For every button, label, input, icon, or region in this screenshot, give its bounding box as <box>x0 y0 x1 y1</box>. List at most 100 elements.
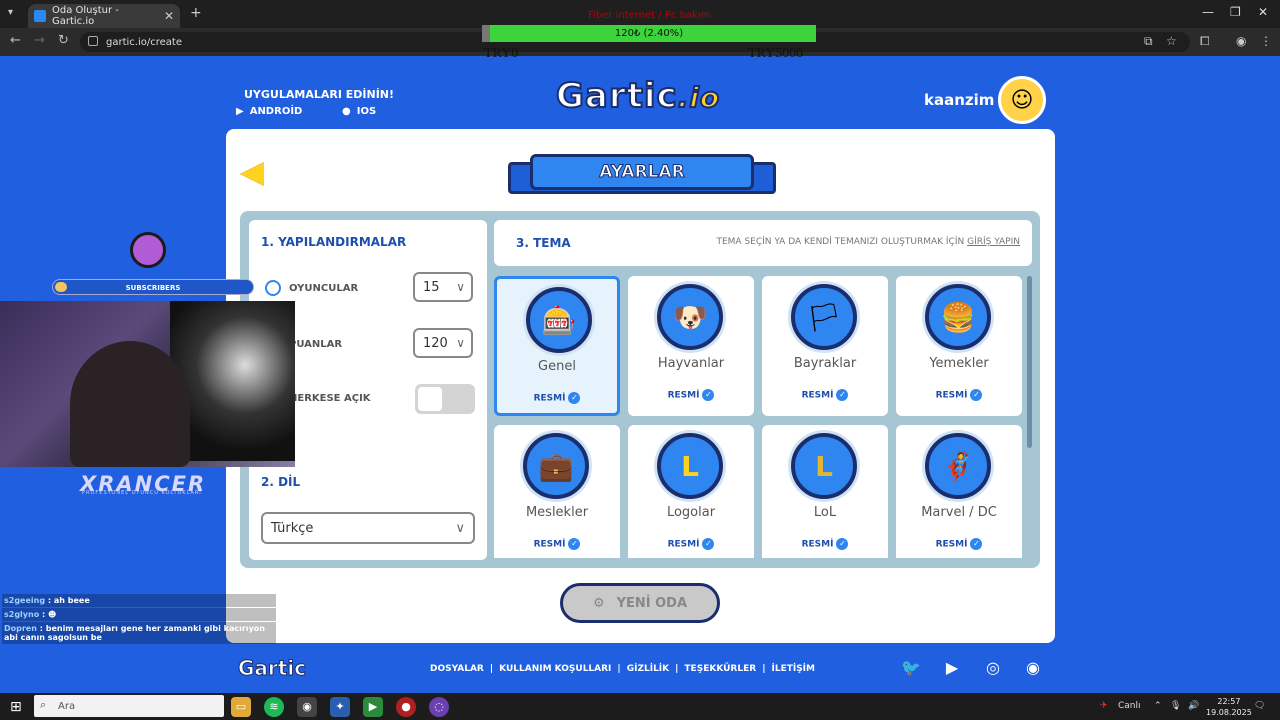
windows-start-icon[interactable]: ⊞ <box>10 699 22 715</box>
youtube-icon[interactable]: ▶ <box>941 658 963 680</box>
theme-card-marvel-dc[interactable]: 🦸 Marvel / DC RESMİ ✓ <box>896 425 1022 558</box>
file-explorer-icon[interactable]: ▭ <box>231 697 251 717</box>
theme-card-meslekler[interactable]: 💼 Meslekler RESMİ ✓ <box>494 425 620 558</box>
footer-link-privacy[interactable]: GİZLİLİK <box>627 664 669 674</box>
tray-chevron-icon[interactable]: ⌃ <box>1154 701 1162 711</box>
reload-icon[interactable]: ↻ <box>58 33 69 48</box>
chevron-down-icon: ∨ <box>456 336 465 350</box>
instagram-icon[interactable]: ◎ <box>982 658 1004 680</box>
theme-title: 3. TEMA <box>516 236 571 250</box>
official-badge: RESMİ ✓ <box>628 538 754 550</box>
close-tab-icon[interactable]: ✕ <box>164 9 174 23</box>
footer-logo[interactable]: Gartic <box>237 656 306 681</box>
official-badge: RESMİ ✓ <box>762 538 888 550</box>
theme-grid: 🎰 Genel RESMİ ✓ 🐶 Hayvanlar RESMİ ✓ 🏳 Bayr… <box>494 276 1024 558</box>
media-icon[interactable]: ▶ <box>363 697 383 717</box>
ios-label: IOS <box>356 106 377 117</box>
official-badge: RESMİ ✓ <box>628 389 754 401</box>
install-icon[interactable]: ⧉ <box>1144 34 1153 49</box>
language-select[interactable]: Türkçe ∨ <box>261 512 475 544</box>
forward-icon[interactable]: → <box>34 33 45 48</box>
taskbar-search[interactable]: ⌕ Ara <box>34 695 224 717</box>
theme-hint: TEMA SEÇİN YA DA KENDİ TEMANIZI OLUŞTURM… <box>716 237 1020 247</box>
theme-card-hayvanlar[interactable]: 🐶 Hayvanlar RESMİ ✓ <box>628 276 754 416</box>
microphone-icon[interactable]: 🎙 <box>1170 701 1181 711</box>
footer-link-thanks[interactable]: TEŞEKKÜRLER <box>684 664 756 674</box>
official-badge: RESMİ ✓ <box>497 392 617 404</box>
theme-name: Hayvanlar <box>657 356 725 371</box>
smiley-avatar-icon: ☺ <box>1010 87 1034 113</box>
theme-name: Genel <box>538 359 576 374</box>
chrome-icon[interactable]: ◉ <box>297 697 317 717</box>
official-label: RESMİ <box>935 539 968 550</box>
extensions-icon[interactable]: ⧠ <box>1200 34 1210 49</box>
spotify-icon[interactable]: ≋ <box>264 697 284 717</box>
footer-link-terms[interactable]: KULLANIM KOŞULLARI <box>499 664 611 674</box>
app-icon[interactable]: ✦ <box>330 697 350 717</box>
chat-line: s2geeing : ah beee <box>2 594 276 607</box>
goal-start-label: TRY0 <box>484 46 519 61</box>
chat-msg: benim mesajları gene her zamanki gibi ka… <box>4 624 265 642</box>
goal-progress-text: 120₺ (2.40%) <box>614 28 684 39</box>
back-icon[interactable]: ← <box>10 33 21 48</box>
apple-icon: ● <box>342 106 351 117</box>
close-window-icon[interactable]: ✕ <box>1258 5 1268 19</box>
separator: | <box>675 664 679 674</box>
minimize-icon[interactable]: — <box>1202 5 1214 19</box>
back-arrow-icon[interactable] <box>240 162 264 186</box>
separator: | <box>489 664 494 674</box>
bookmark-star-icon[interactable]: ☆ <box>1166 34 1177 48</box>
record-icon[interactable]: ● <box>396 697 416 717</box>
username[interactable]: kaanzim <box>924 91 994 109</box>
new-tab-icon[interactable]: + <box>190 5 202 21</box>
players-select[interactable]: 15 ∨ <box>413 272 473 302</box>
footer-links: DOSYALAR | KULLANIM KOŞULLARI | GİZLİLİK | … <box>430 664 815 674</box>
footer-link-contact[interactable]: İLETİŞİM <box>771 664 815 674</box>
gear-icon: ⚙ <box>592 595 605 611</box>
avatar[interactable]: ☺ <box>998 76 1046 124</box>
new-room-button[interactable]: ⚙ YENİ ODA <box>560 583 720 623</box>
footer-link-files[interactable]: DOSYALAR <box>430 664 484 674</box>
notifications-icon[interactable]: 🗨 <box>1254 701 1265 711</box>
subscribers-bar: SUBSCRIBERS <box>52 279 254 295</box>
menu-icon[interactable]: ⋮ <box>1260 34 1272 48</box>
browser-tab[interactable]: Oda Oluştur - Gartic.io ✕ <box>28 4 180 28</box>
android-button[interactable]: ▶ ANDROİD <box>236 106 302 117</box>
chat-msg: ah beee <box>53 596 90 605</box>
theme-card-yemekler[interactable]: 🍔 Yemekler RESMİ ✓ <box>896 276 1022 416</box>
login-link[interactable]: GİRİŞ YAPIN <box>967 237 1020 247</box>
chevron-down-icon: ∨ <box>455 520 465 536</box>
chat-app-icon[interactable]: ◌ <box>429 697 449 717</box>
restore-icon[interactable]: ❐ <box>1230 5 1241 19</box>
public-toggle[interactable] <box>415 384 475 414</box>
ios-button[interactable]: ● IOS <box>342 106 376 117</box>
check-icon: ✓ <box>970 389 983 401</box>
theme-card-lol[interactable]: L LoL RESMİ ✓ <box>762 425 888 558</box>
profile-icon[interactable]: ◉ <box>1236 34 1246 48</box>
logo-text: Gartic <box>555 75 678 117</box>
tab-list-icon[interactable]: ▾ <box>8 7 13 18</box>
clock-date: 19.08.2025 <box>1206 708 1252 717</box>
players-label: OYUNCULAR <box>289 283 359 294</box>
webcam-feed <box>0 301 295 467</box>
site-info-icon[interactable] <box>88 36 98 46</box>
gartic-logo[interactable]: Gartic.io <box>555 75 720 117</box>
points-select[interactable]: 120 ∨ <box>413 328 473 358</box>
theme-card-logolar[interactable]: L Logolar RESMİ ✓ <box>628 425 754 558</box>
official-label: RESMİ <box>667 390 700 401</box>
toggle-knob <box>418 387 442 411</box>
theme-card-bayraklar[interactable]: 🏳 Bayraklar RESMİ ✓ <box>762 276 888 416</box>
theme-scrollbar[interactable] <box>1027 276 1032 448</box>
sponsor-tagline: PROFESYONEL OYUNCU KOLTUKLARI <box>82 490 202 496</box>
live-icon[interactable]: ✈ <box>1100 701 1108 711</box>
system-clock[interactable]: 22:57 19.08.2025 <box>1206 696 1252 718</box>
chat-overlay: s2geeing : ah beee s2glyno : ☻ Dopren : … <box>2 594 276 645</box>
android-label: ANDROİD <box>249 106 303 117</box>
twitter-icon[interactable]: 🐦 <box>900 658 922 680</box>
goal-progress-bar: 120₺ (2.40%) <box>482 25 816 42</box>
volume-icon[interactable]: 🔊 <box>1188 701 1199 711</box>
live-label: Canlı <box>1118 701 1141 711</box>
theme-card-genel[interactable]: 🎰 Genel RESMİ ✓ <box>494 276 620 416</box>
discord-icon[interactable]: ◉ <box>1022 658 1044 680</box>
settings-ribbon: AYARLAR <box>508 154 776 202</box>
